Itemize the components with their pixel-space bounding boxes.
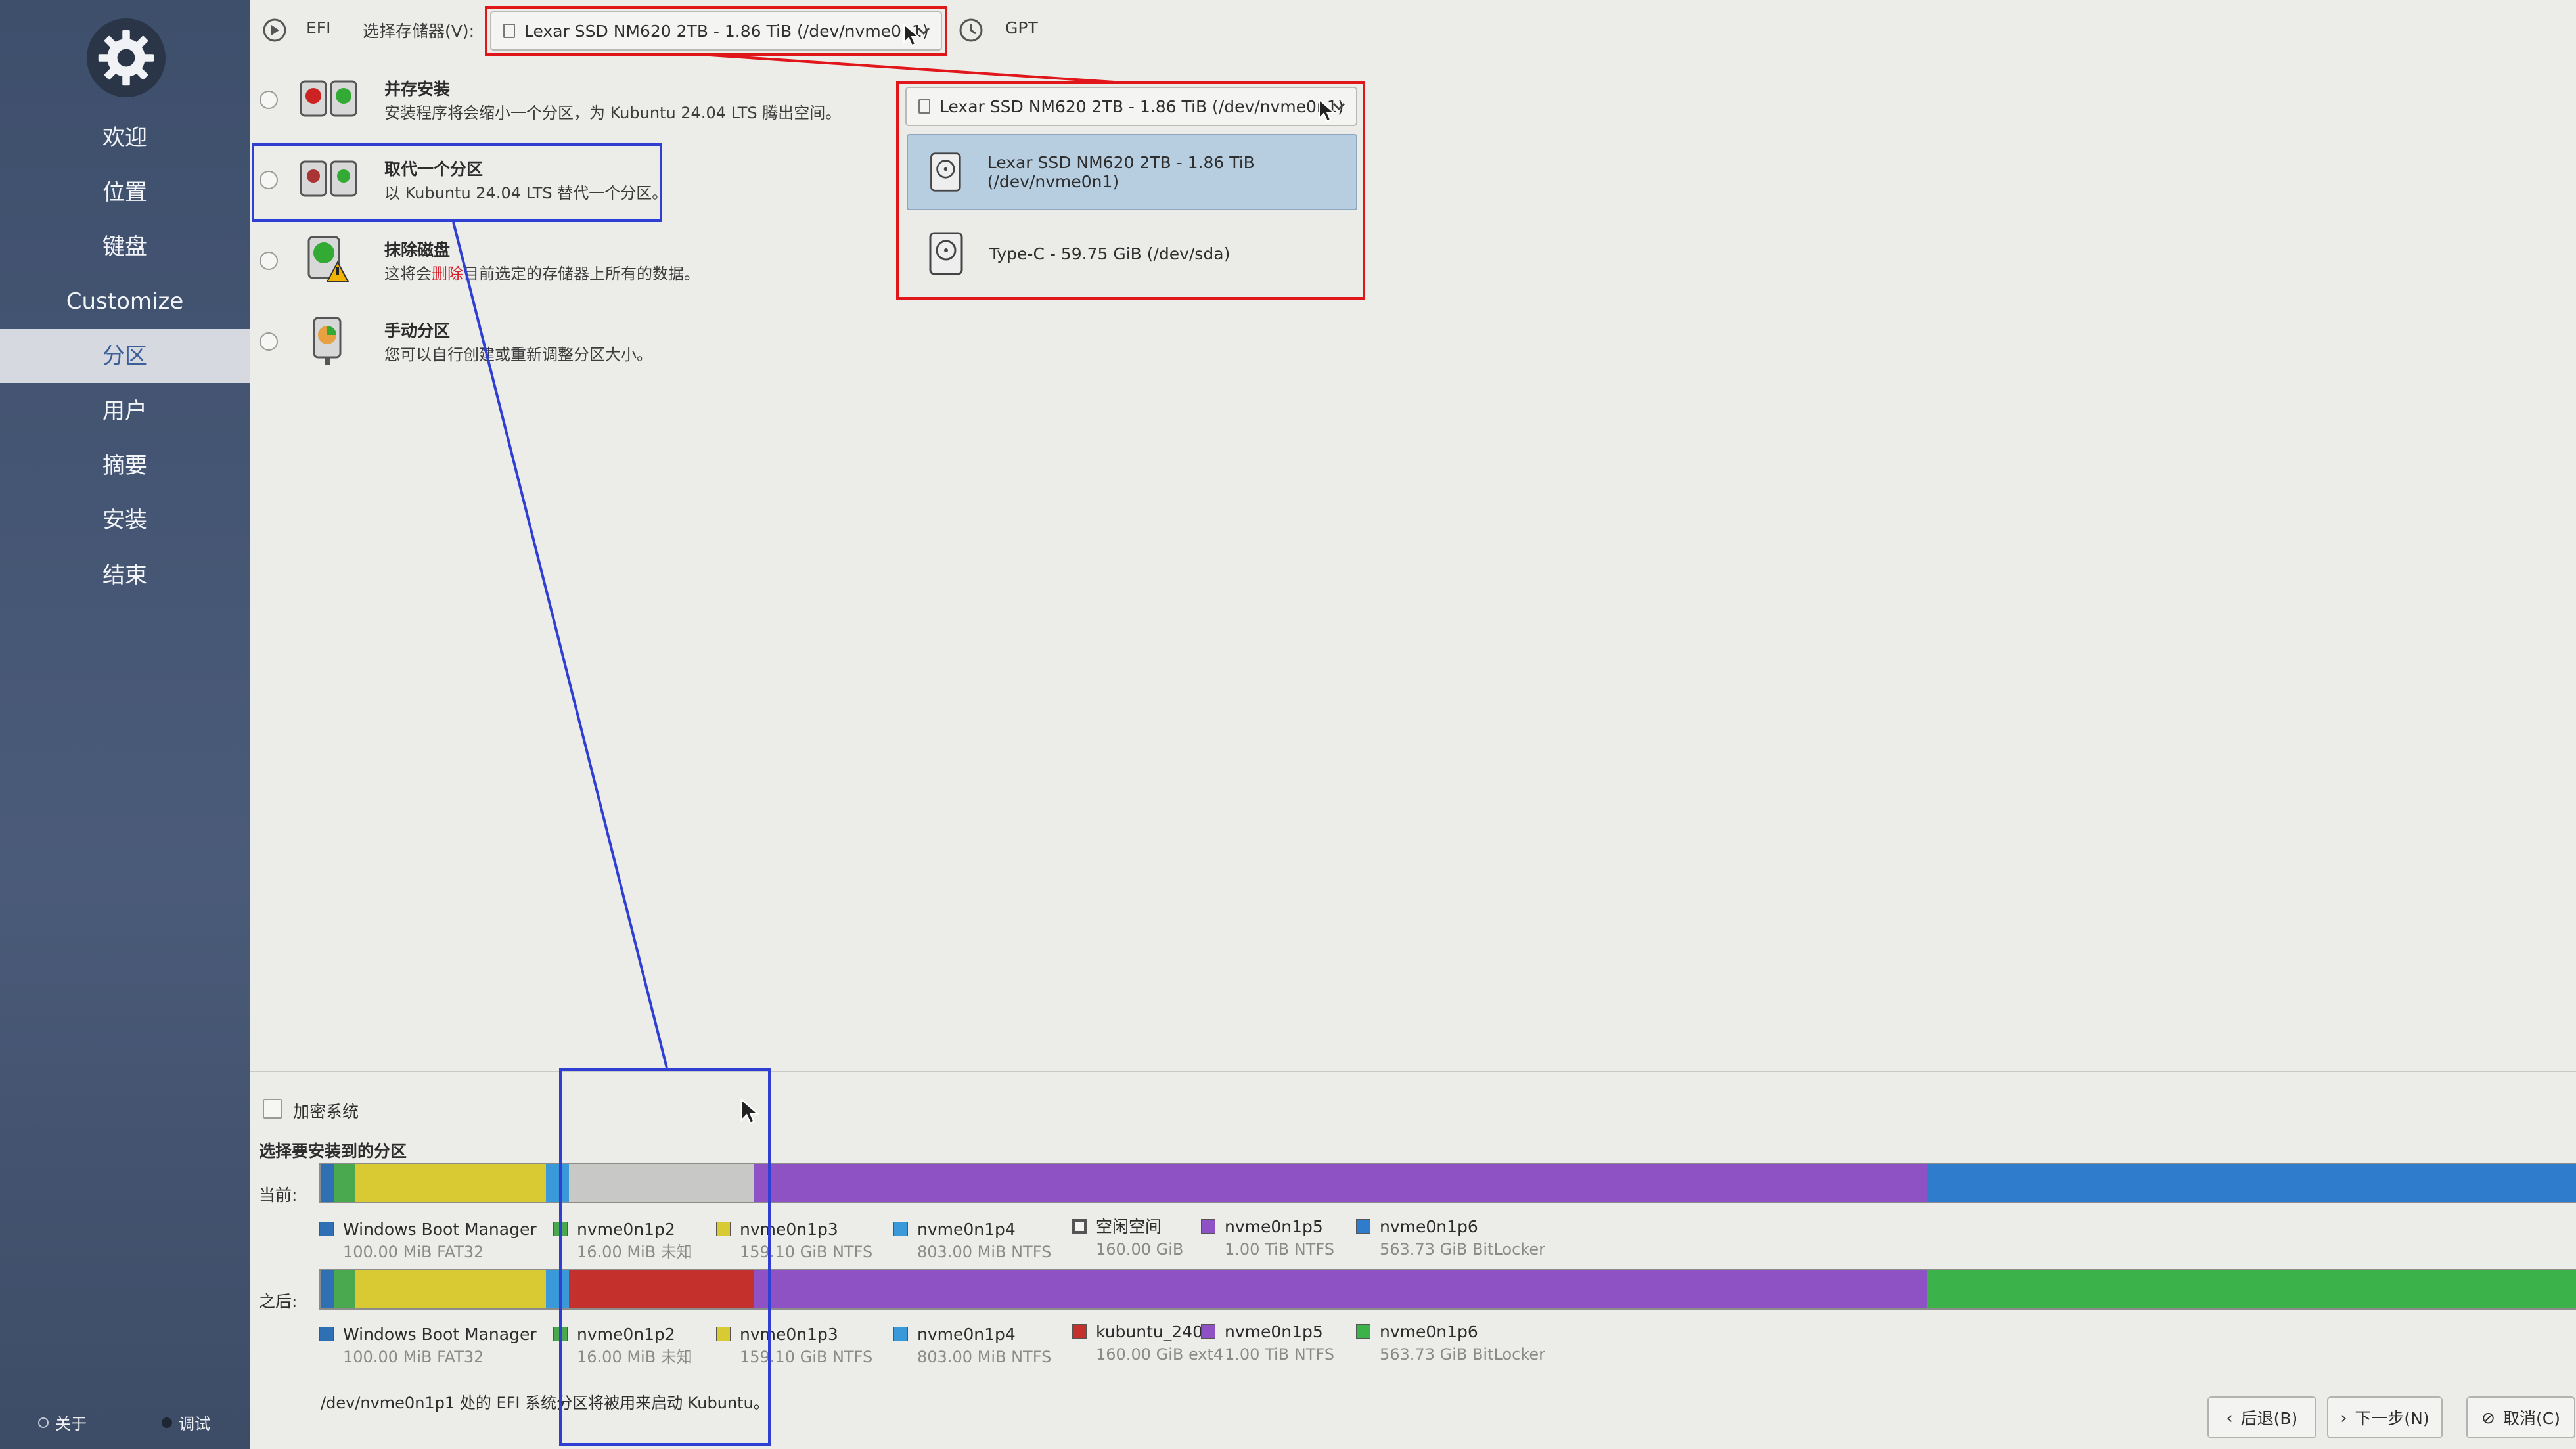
color-swatch <box>319 1222 334 1236</box>
after-partition-legend-item: nvme0n1p5 1.00 TiB NTFS <box>1201 1322 1334 1366</box>
after-partition-segment[interactable] <box>1927 1270 2576 1308</box>
after-partition-segment[interactable] <box>334 1270 355 1308</box>
current-partition-segment[interactable] <box>321 1164 335 1202</box>
color-swatch <box>1201 1219 1215 1234</box>
chevron-left-icon: ‹ <box>2226 1408 2233 1427</box>
after-partition-segment[interactable] <box>321 1270 335 1308</box>
red-connector-line <box>709 54 1125 84</box>
cancel-icon: ⊘ <box>2481 1408 2495 1427</box>
cancel-button[interactable]: ⊘ 取消(C) <box>2466 1396 2575 1438</box>
partition-name: nvme0n1p4 <box>917 1325 1016 1344</box>
choose-partition-label: 选择要安装到的分区 <box>259 1142 407 1161</box>
partition-name: nvme0n1p4 <box>917 1220 1016 1239</box>
partition-name: nvme0n1p6 <box>1380 1322 1478 1341</box>
current-partition-segment[interactable] <box>334 1164 355 1202</box>
encrypt-system-label: 加密系统 <box>293 1102 359 1121</box>
chevron-right-icon: › <box>2340 1408 2347 1427</box>
partition-info: 1.00 TiB NTFS <box>1225 1345 1334 1364</box>
partition-info: 803.00 MiB NTFS <box>917 1243 1052 1261</box>
partition-info: 563.73 GiB BitLocker <box>1380 1240 1546 1259</box>
color-swatch <box>893 1222 908 1236</box>
partition-name: Windows Boot Manager <box>343 1220 537 1239</box>
color-swatch <box>1356 1219 1370 1234</box>
partition-info: 100.00 MiB FAT32 <box>343 1348 484 1366</box>
partition-name: Windows Boot Manager <box>343 1325 537 1344</box>
current-partition-legend-item: nvme0n1p6 563.73 GiB BitLocker <box>1356 1216 1545 1261</box>
encrypt-system-checkbox[interactable] <box>263 1099 282 1119</box>
color-swatch <box>1201 1324 1215 1339</box>
after-partition-legend-item: Windows Boot Manager 100.00 MiB FAT32 <box>319 1324 537 1369</box>
partition-name: nvme0n1p5 <box>1225 1217 1323 1236</box>
current-partition-segment[interactable] <box>1927 1164 2576 1202</box>
partition-info: 160.00 GiB <box>1096 1240 1184 1259</box>
color-swatch <box>1356 1324 1370 1339</box>
partition-info: 803.00 MiB NTFS <box>917 1348 1052 1366</box>
color-swatch <box>1072 1219 1087 1234</box>
partition-name: nvme0n1p6 <box>1380 1217 1478 1236</box>
partition-name: nvme0n1p5 <box>1225 1322 1323 1341</box>
current-partition-legend-item: nvme0n1p4 803.00 MiB NTFS <box>893 1219 1051 1264</box>
back-button[interactable]: ‹ 后退(B) <box>2207 1396 2316 1438</box>
blue-connector-line <box>452 221 668 1069</box>
after-label: 之后: <box>259 1292 298 1311</box>
current-partition-segment[interactable] <box>355 1164 547 1202</box>
next-button-label: 下一步(N) <box>2355 1409 2429 1428</box>
back-button-label: 后退(B) <box>2240 1409 2298 1428</box>
current-label: 当前: <box>259 1186 298 1205</box>
mouse-cursor-icon <box>740 1098 759 1125</box>
color-swatch <box>1072 1324 1087 1339</box>
color-swatch <box>893 1327 908 1341</box>
current-partition-legend-item: 空闲空间 160.00 GiB <box>1072 1216 1183 1261</box>
current-partition-legend-item: nvme0n1p5 1.00 TiB NTFS <box>1201 1216 1334 1261</box>
next-button[interactable]: › 下一步(N) <box>2327 1396 2443 1438</box>
partition-info: 1.00 TiB NTFS <box>1225 1240 1334 1259</box>
cancel-button-label: 取消(C) <box>2502 1409 2560 1428</box>
after-partition-legend-item: nvme0n1p4 803.00 MiB NTFS <box>893 1324 1051 1369</box>
partition-info: 563.73 GiB BitLocker <box>1380 1345 1546 1364</box>
color-swatch <box>319 1327 334 1341</box>
after-partition-segment[interactable] <box>355 1270 547 1308</box>
current-partition-legend-item: Windows Boot Manager 100.00 MiB FAT32 <box>319 1219 537 1264</box>
partition-name: 空闲空间 <box>1096 1217 1162 1236</box>
after-partition-segment[interactable] <box>753 1270 1928 1308</box>
partition-info: 100.00 MiB FAT32 <box>343 1243 484 1261</box>
highlight-box-free-space <box>559 1068 771 1446</box>
current-partition-segment[interactable] <box>753 1164 1928 1202</box>
after-partition-legend-item: nvme0n1p6 563.73 GiB BitLocker <box>1356 1322 1545 1366</box>
